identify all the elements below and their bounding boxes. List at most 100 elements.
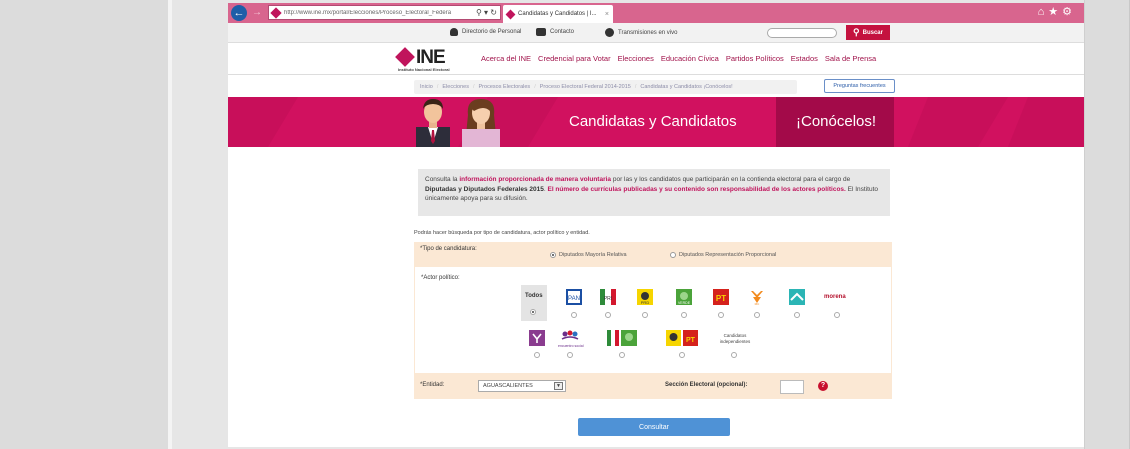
svg-text:PRI: PRI (604, 296, 612, 302)
faq-button[interactable]: Preguntas frecuentes (824, 79, 895, 93)
help-icon[interactable]: ? (818, 381, 828, 391)
directorio-label: Directorio de Personal (462, 29, 522, 35)
humanista-logo-icon (529, 330, 545, 346)
nueva-alianza-radio[interactable] (794, 312, 800, 318)
banner-title: Candidatas y Candidatos (569, 113, 737, 130)
independientes-radio[interactable] (731, 352, 737, 358)
tipo-row: *Tipo de candidatura: Diputados Mayoría … (414, 242, 892, 267)
contacto-label: Contacto (550, 29, 575, 35)
pvem-logo-icon: VERDE (676, 289, 692, 305)
encuentro-social-radio[interactable] (567, 352, 573, 358)
humanista-radio[interactable] (534, 352, 540, 358)
prd-logo-icon: PRD (637, 289, 653, 305)
mc-radio[interactable] (754, 312, 760, 318)
info-text-2: por las y los candidatos que participará… (611, 176, 851, 183)
address-bar[interactable]: http://www.ine.mx/portal/Elecciones/Proc… (268, 5, 501, 20)
pri-pvem-radio[interactable] (619, 352, 625, 358)
todos-radio[interactable] (530, 309, 536, 315)
buscar-label: Buscar (862, 29, 883, 36)
male-candidate-illustration (416, 99, 450, 147)
nav-elecciones[interactable]: Elecciones (618, 54, 654, 63)
crumb-current: Candidatas y Candidatos ¡Conócelos! (640, 84, 733, 90)
crumb-elecciones[interactable]: Elecciones (442, 84, 469, 90)
page-banner: Candidatas y Candidatos ¡Conócelos! (228, 97, 1084, 147)
actor-label: *Actor político: (421, 275, 460, 281)
radio-selected-icon (550, 252, 556, 258)
info-box: Consulta la información proporcionada de… (418, 169, 890, 216)
pan-logo-icon: PAN (566, 289, 582, 305)
encuentro-social-label: encuentro social (558, 344, 584, 348)
pri-logo-icon: PRI (600, 289, 616, 305)
ine-favicon-icon (270, 6, 282, 19)
nav-prensa[interactable]: Sala de Prensa (825, 54, 876, 63)
entidad-label: *Entidad: (420, 382, 445, 388)
chevron-down-icon[interactable]: ▼ (554, 382, 563, 390)
crumb-inicio[interactable]: Inicio (420, 84, 433, 90)
crumb-proceso-federal[interactable]: Proceso Electoral Federal 2014-2015 (540, 84, 631, 90)
address-url[interactable]: http://www.ine.mx/portal/Elecciones/Proc… (284, 10, 473, 16)
svg-text:VERDE: VERDE (678, 301, 691, 305)
svg-text:PT: PT (716, 294, 726, 303)
prd-radio[interactable] (642, 312, 648, 318)
svg-text:PRD: PRD (641, 300, 650, 305)
svg-text:PT: PT (686, 337, 696, 344)
nueva-alianza-logo-icon (789, 289, 805, 305)
pt-logo-icon: PT (713, 289, 729, 305)
radio-unselected-icon (670, 252, 676, 258)
pri-radio[interactable] (605, 312, 611, 318)
browser-tools-icons[interactable]: ⌂★⚙ (1038, 5, 1076, 18)
entidad-row: *Entidad: AGUASCALIENTES ▼ Sección Elect… (414, 373, 892, 399)
search-refresh-icon[interactable]: ⚲ ▾ ↻ (473, 8, 500, 17)
svg-text:PAN: PAN (568, 296, 580, 302)
browser-tab[interactable]: Candidatas y Candidatos | I... × (503, 5, 613, 23)
pt-radio[interactable] (718, 312, 724, 318)
consultar-button[interactable]: Consultar (578, 418, 730, 436)
entidad-select[interactable]: AGUASCALIENTES ▼ (478, 380, 566, 392)
tipo-proporcional-label: Diputados Representación Proporcional (679, 252, 777, 258)
nav-estados[interactable]: Estados (791, 54, 818, 63)
utility-bar: Directorio de Personal Contacto Transmis… (228, 23, 1084, 43)
svg-text:MC: MC (755, 302, 760, 305)
back-arrow-icon[interactable]: ← (231, 5, 247, 21)
seccion-label: Sección Electoral (opcional): (665, 382, 748, 388)
prd-pt-radio[interactable] (679, 352, 685, 358)
breadcrumb: Inicio / Elecciones / Procesos Electorales… (414, 80, 797, 94)
candidatos-independientes-label: Candidatos independientes (719, 333, 751, 344)
broadcast-icon (605, 28, 614, 37)
seccion-input[interactable] (780, 380, 804, 394)
actor-row: *Actor político: Todos PAN PRI PRD VERDE… (414, 267, 892, 373)
tipo-proporcional-radio[interactable]: Diputados Representación Proporcional (670, 252, 776, 258)
nav-acerca[interactable]: Acerca del INE (481, 54, 531, 63)
site-header: INE Instituto Nacional Electoral Acerca … (228, 43, 1084, 75)
ine-logo-mark-icon (395, 47, 415, 67)
nav-credencial[interactable]: Credencial para Votar (538, 54, 611, 63)
morena-radio[interactable] (834, 312, 840, 318)
contacto-link[interactable]: Contacto (536, 28, 574, 36)
encuentro-social-logo-icon (561, 330, 579, 340)
crumb-procesos[interactable]: Procesos Electorales (479, 84, 531, 90)
transmisiones-link[interactable]: Transmisiones en vivo (605, 28, 677, 37)
info-emphasis-1: información proporcionada de manera volu… (459, 176, 612, 183)
info-emphasis-2: El número de currículas publicadas y su … (547, 185, 846, 193)
buscar-button[interactable]: ⚲ Buscar (846, 25, 890, 40)
tab-favicon-icon (505, 9, 516, 19)
tipo-mayoria-radio[interactable]: Diputados Mayoría Relativa (550, 252, 627, 258)
search-form: *Tipo de candidatura: Diputados Mayoría … (414, 242, 892, 399)
morena-logo: morena (824, 294, 846, 300)
forward-arrow-icon[interactable]: → (250, 5, 264, 21)
prd-pt-coalition-logo-icon: PT (666, 330, 698, 346)
nav-educacion[interactable]: Educación Cívica (661, 54, 719, 63)
nav-partidos[interactable]: Partidos Políticos (726, 54, 784, 63)
female-candidate-illustration (462, 99, 500, 147)
browser-window: ← → http://www.ine.mx/portal/Elecciones/… (228, 3, 1084, 447)
pvem-radio[interactable] (681, 312, 687, 318)
left-gutter (0, 0, 172, 449)
logo-subtitle: Instituto Nacional Electoral (398, 67, 450, 72)
browser-chrome: ← → http://www.ine.mx/portal/Elecciones/… (228, 3, 1084, 23)
directorio-link[interactable]: Directorio de Personal (450, 28, 521, 36)
tipo-mayoria-label: Diputados Mayoría Relativa (559, 252, 627, 258)
search-input[interactable] (767, 28, 837, 38)
todos-option[interactable]: Todos (521, 285, 547, 321)
pan-radio[interactable] (571, 312, 577, 318)
tab-close-icon[interactable]: × (605, 11, 613, 18)
